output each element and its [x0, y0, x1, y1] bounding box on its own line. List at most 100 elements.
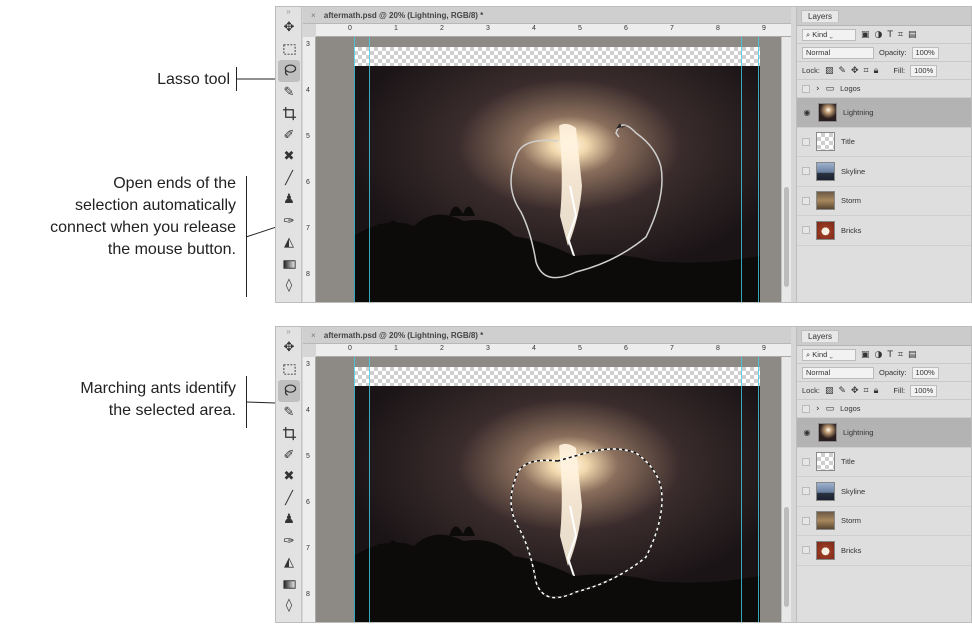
layer-row-skyline[interactable]: Skyline [797, 157, 971, 187]
lock-artboard-icon[interactable]: ⌗ [864, 66, 869, 76]
layer-row-storm[interactable]: Storm [797, 187, 971, 216]
visibility-toggle[interactable] [802, 404, 810, 413]
move-icon[interactable]: ✥ [276, 17, 302, 39]
layer-thumbnail [816, 132, 835, 152]
healing-icon[interactable]: ✖ [276, 466, 302, 488]
opacity-field[interactable]: 100% [911, 46, 939, 59]
ruler-label: 0 [348, 25, 352, 32]
brush-icon[interactable]: ╱ [276, 488, 302, 510]
eyedropper-icon[interactable]: ✐ [276, 445, 302, 467]
scrollbar-thumb[interactable] [784, 187, 789, 287]
vertical-scrollbar[interactable] [781, 37, 791, 302]
dodge-icon[interactable]: ● [276, 297, 302, 302]
fill-field[interactable]: 100% [910, 64, 938, 77]
smart-object-filter-icon[interactable]: ▤ [908, 350, 917, 360]
lock-artboard-icon[interactable]: ⌗ [864, 386, 869, 396]
shape-filter-icon[interactable]: ⌗ [898, 350, 903, 360]
lock-transparent-icon[interactable]: ▨ [825, 386, 834, 396]
type-filter-icon[interactable]: T [887, 350, 893, 360]
lock-transparent-icon[interactable]: ▨ [825, 66, 834, 76]
document-tab[interactable]: × aftermath.psd @ 20% (Lightning, RGB/8)… [303, 327, 791, 344]
layer-row-lightning[interactable]: ◉ Lightning [797, 98, 971, 128]
crop-icon[interactable] [276, 423, 302, 445]
blur-icon[interactable]: ◊ [276, 275, 302, 297]
panel-grip[interactable]: » [276, 7, 301, 17]
eye-icon[interactable]: ◉ [802, 427, 812, 437]
layer-row-logos[interactable]: › ▭ Logos [797, 80, 971, 98]
eye-icon[interactable]: ◉ [802, 107, 812, 117]
layer-row-bricks[interactable]: Bricks [797, 536, 971, 566]
blend-mode-select[interactable]: Normal [802, 366, 874, 379]
tab-close-icon[interactable]: × [311, 11, 316, 20]
fill-field[interactable]: 100% [910, 384, 938, 397]
visibility-toggle[interactable] [802, 457, 810, 466]
layer-row-title[interactable]: Title [797, 448, 971, 477]
stamp-icon[interactable]: ♟ [276, 509, 302, 531]
visibility-toggle[interactable] [802, 546, 810, 555]
type-filter-icon[interactable]: T [887, 30, 893, 40]
adjustment-filter-icon[interactable]: ◑ [875, 350, 883, 360]
panel-grip[interactable]: » [276, 327, 301, 337]
canvas-area[interactable] [316, 37, 791, 302]
layer-row-title[interactable]: Title [797, 128, 971, 157]
visibility-toggle[interactable] [802, 487, 810, 496]
history-brush-icon[interactable]: ✑ [276, 211, 302, 233]
crop-icon[interactable] [276, 103, 302, 125]
lock-all-icon[interactable]: 🔒︎ [874, 386, 879, 396]
adjustment-filter-icon[interactable]: ◑ [875, 30, 883, 40]
lasso-icon[interactable] [278, 60, 300, 82]
lasso-icon[interactable] [278, 380, 300, 402]
chevron-right-icon[interactable]: › [816, 84, 820, 94]
dodge-icon[interactable]: ● [276, 617, 302, 622]
lock-all-icon[interactable]: 🔒︎ [874, 66, 879, 76]
kind-filter[interactable]: ⌕ Kind ⌄ [802, 28, 856, 41]
lock-pixels-icon[interactable]: ✎ [838, 386, 846, 396]
layer-row-storm[interactable]: Storm [797, 507, 971, 536]
eraser-icon[interactable]: ◭ [276, 552, 302, 574]
move-icon[interactable]: ✥ [276, 337, 302, 359]
smart-object-filter-icon[interactable]: ▤ [908, 30, 917, 40]
blur-icon[interactable]: ◊ [276, 595, 302, 617]
visibility-toggle[interactable] [802, 226, 810, 235]
marquee-icon[interactable] [276, 359, 302, 381]
layer-row-skyline[interactable]: Skyline [797, 477, 971, 507]
document-tab[interactable]: × aftermath.psd @ 20% (Lightning, RGB/8)… [303, 7, 791, 24]
figure: Lasso tool Open ends of the selection au… [0, 0, 972, 624]
eyedropper-icon[interactable]: ✐ [276, 125, 302, 147]
chevron-right-icon[interactable]: › [816, 404, 820, 414]
visibility-toggle[interactable] [802, 196, 810, 205]
gradient-icon[interactable] [276, 254, 302, 276]
pixel-filter-icon[interactable]: ▣ [861, 30, 870, 40]
lock-position-icon[interactable]: ✥ [851, 386, 859, 396]
healing-icon[interactable]: ✖ [276, 146, 302, 168]
layer-row-bricks[interactable]: Bricks [797, 216, 971, 246]
scrollbar-thumb[interactable] [784, 507, 789, 607]
layer-row-lightning[interactable]: ◉ Lightning [797, 418, 971, 448]
visibility-toggle[interactable] [802, 137, 810, 146]
lock-pixels-icon[interactable]: ✎ [838, 66, 846, 76]
eraser-icon[interactable]: ◭ [276, 232, 302, 254]
lock-position-icon[interactable]: ✥ [851, 66, 859, 76]
brush-icon[interactable]: ╱ [276, 168, 302, 190]
tab-layers[interactable]: Layers [801, 10, 840, 22]
marquee-icon[interactable] [276, 39, 302, 61]
layer-name: Logos [840, 84, 861, 93]
shape-filter-icon[interactable]: ⌗ [898, 30, 903, 40]
visibility-toggle[interactable] [802, 167, 810, 176]
blend-mode-select[interactable]: Normal [802, 46, 874, 59]
quick-select-icon[interactable]: ✎ [276, 82, 302, 104]
vertical-scrollbar[interactable] [781, 357, 791, 622]
kind-filter[interactable]: ⌕ Kind ⌄ [802, 348, 856, 361]
quick-select-icon[interactable]: ✎ [276, 402, 302, 424]
visibility-toggle[interactable] [802, 84, 810, 93]
visibility-toggle[interactable] [802, 516, 810, 525]
gradient-icon[interactable] [276, 574, 302, 596]
stamp-icon[interactable]: ♟ [276, 189, 302, 211]
history-brush-icon[interactable]: ✑ [276, 531, 302, 553]
tab-close-icon[interactable]: × [311, 331, 316, 340]
tab-layers[interactable]: Layers [801, 330, 840, 342]
canvas-area[interactable] [316, 357, 791, 622]
layer-row-logos[interactable]: › ▭ Logos [797, 400, 971, 418]
opacity-field[interactable]: 100% [911, 366, 939, 379]
pixel-filter-icon[interactable]: ▣ [861, 350, 870, 360]
